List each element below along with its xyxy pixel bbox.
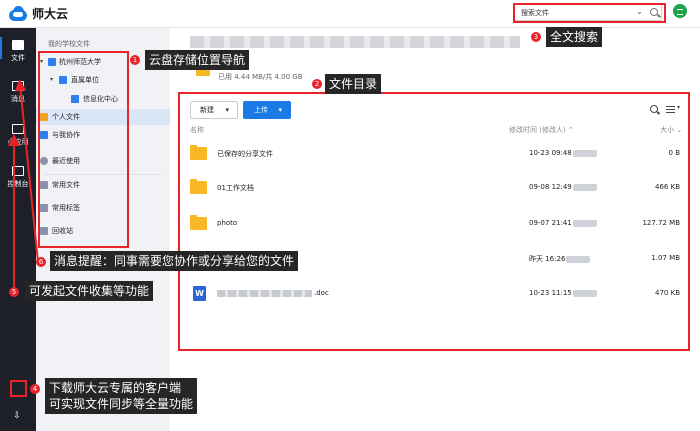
annotation-label: 全文搜索 [546, 27, 603, 47]
annotation-label: 消息提醒：同事需要您协作或分享给您的文件 [50, 251, 299, 271]
annotation-label: 云盘存储位置导航 [145, 50, 250, 70]
left-rail: 文件 消息 小应用 控制台 ⇩ [0, 28, 36, 431]
annotation-badge: 3 [531, 32, 541, 42]
annotation-badge: 4 [30, 384, 40, 394]
cloud-logo-icon [7, 5, 29, 22]
avatar[interactable] [673, 4, 687, 18]
rail-item-messages[interactable]: 消息 [0, 81, 36, 104]
app-name: 师大云 [32, 7, 69, 21]
blurred-banner [190, 36, 520, 48]
file-icon [12, 40, 24, 50]
apps-icon [12, 124, 24, 134]
rail-item-console[interactable]: 控制台 [0, 166, 36, 189]
rail-item-files[interactable]: 文件 [0, 37, 36, 63]
rail-item-label: 文件 [11, 54, 25, 62]
annotation-box-directory [178, 92, 690, 351]
annotation-badge: 6 [36, 257, 46, 267]
annotation-label: 下载师大云专属的客户端 可实现文件同步等全量功能 [45, 378, 198, 414]
annotation-badge: 2 [312, 79, 322, 89]
console-icon [12, 166, 24, 176]
rail-item-label: 小应用 [7, 138, 29, 146]
download-client-icon[interactable]: ⇩ [10, 411, 24, 423]
message-icon [12, 81, 24, 91]
storage-quota: 已用 4.44 MB/共 4.00 GB [218, 73, 303, 81]
rail-item-mini-apps[interactable]: 小应用 [0, 124, 36, 147]
annotation-badge: 5 [9, 287, 19, 297]
annotation-label: 文件目录 [325, 74, 382, 94]
annotation-box-download [10, 380, 27, 397]
annotation-box-nav [38, 51, 129, 248]
annotation-badge: 1 [130, 55, 140, 65]
rail-item-label: 控制台 [7, 180, 29, 188]
rail-item-label: 消息 [11, 95, 25, 103]
annotation-box-search [513, 3, 666, 23]
annotation-label: 可发起文件收集等功能 [25, 281, 154, 301]
nav-section-title: 我的学校文件 [48, 40, 90, 48]
app-logo[interactable]: 师大云 [7, 5, 68, 22]
